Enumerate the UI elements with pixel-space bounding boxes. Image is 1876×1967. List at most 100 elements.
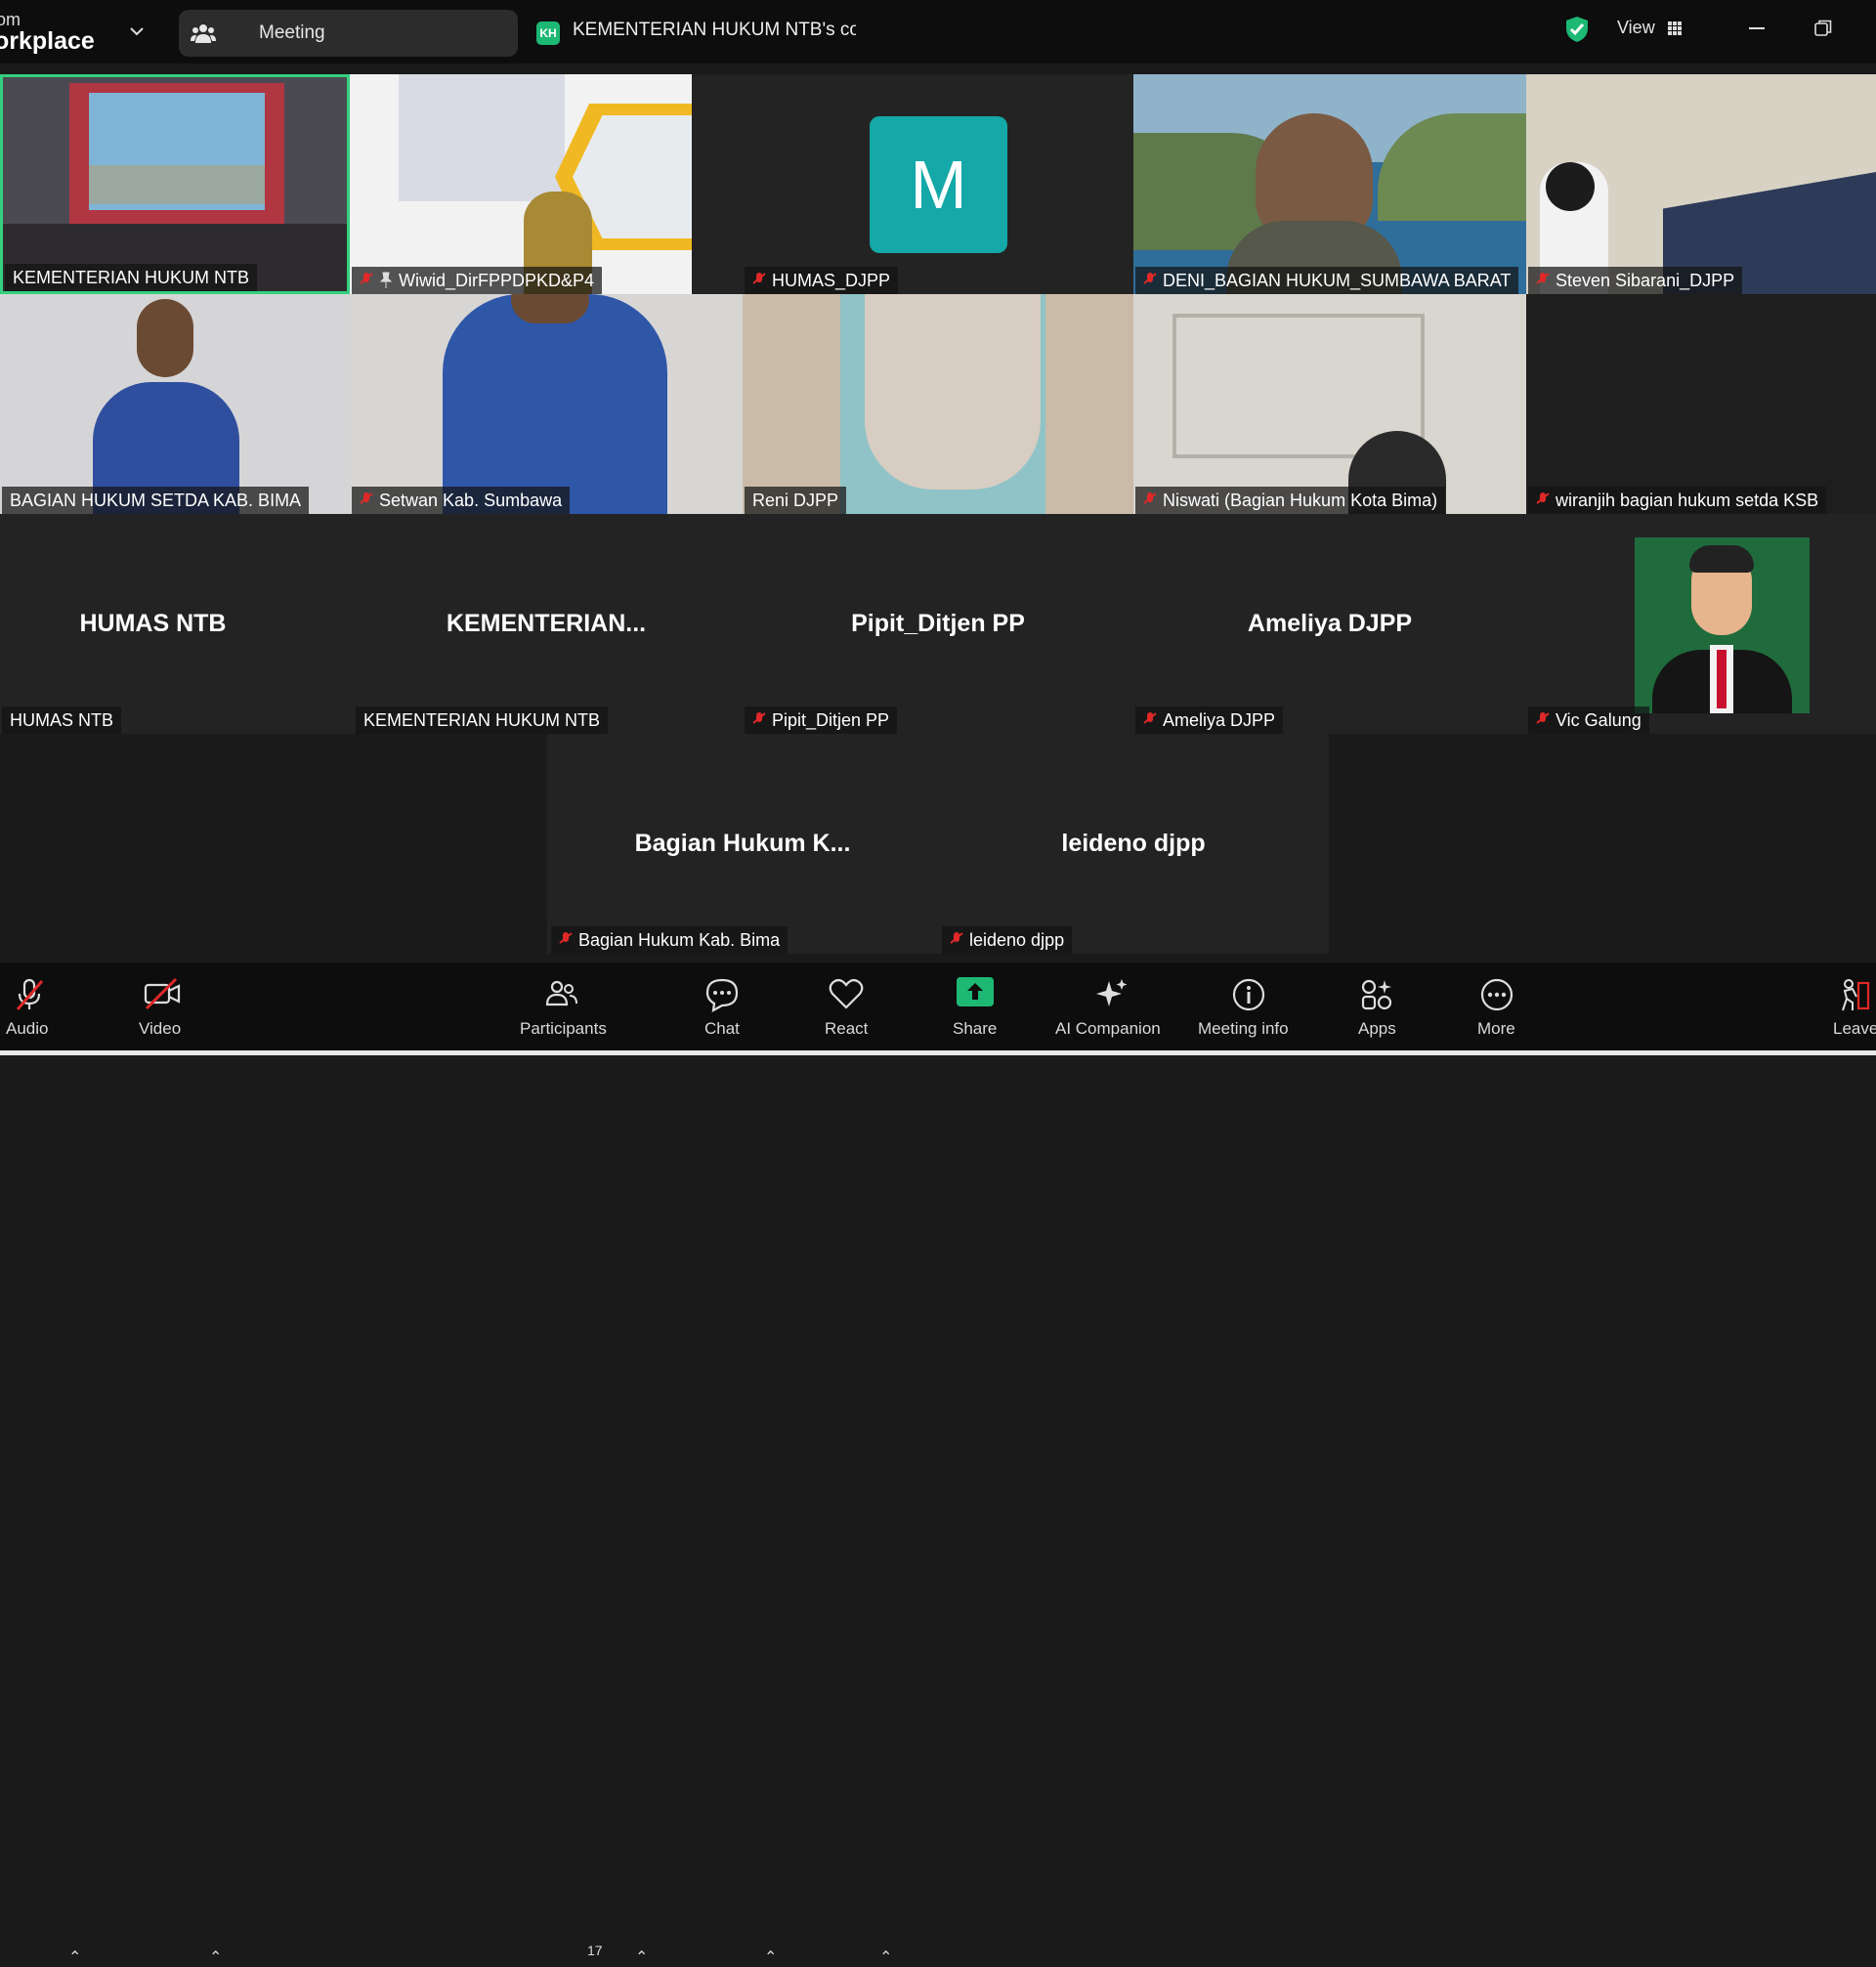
mic-muted-icon bbox=[752, 273, 766, 284]
mic-muted-icon bbox=[360, 492, 373, 504]
participant-name-tag: Vic Galung bbox=[1528, 706, 1649, 734]
leave-label: Leave bbox=[1833, 1019, 1876, 1038]
participant-name-tag: leideno djpp bbox=[942, 926, 1073, 954]
meeting-tab-label: Meeting bbox=[259, 22, 325, 43]
chat-options-caret[interactable]: ⌃ bbox=[764, 1947, 777, 1967]
audio-options-caret[interactable]: ⌃ bbox=[68, 1947, 81, 1967]
participant-name: Bagian Hukum Kab. Bima bbox=[578, 930, 781, 950]
chat-button[interactable]: Chat bbox=[702, 962, 743, 1055]
info-icon bbox=[1232, 978, 1265, 1011]
video-options-caret[interactable]: ⌃ bbox=[209, 1947, 222, 1967]
share-screen-icon bbox=[957, 977, 994, 1006]
video-tile[interactable]: KEMENTERIAN HUKUM NTB bbox=[0, 74, 350, 294]
participant-name-tag: Wiwid_DirFPPDPKD&P4 bbox=[352, 267, 603, 294]
meeting-info-button[interactable]: Meeting info bbox=[1198, 962, 1300, 1055]
pin-icon bbox=[379, 272, 393, 288]
apps-button[interactable]: Apps bbox=[1356, 962, 1397, 1055]
video-tile[interactable]: Ameliya DJPP Ameliya DJPP bbox=[1133, 514, 1526, 734]
video-tile[interactable]: KEMENTERIAN... KEMENTERIAN HUKUM NTB bbox=[350, 514, 743, 734]
participant-name-tag: DENI_BAGIAN HUKUM_SUMBAWA BARAT bbox=[1135, 267, 1519, 294]
meeting-tab[interactable]: Meeting bbox=[179, 10, 518, 57]
participant-display-name: Pipit_Ditjen PP bbox=[851, 610, 1025, 637]
react-options-caret[interactable]: ⌃ bbox=[879, 1947, 892, 1967]
taskbar-edge bbox=[0, 1050, 1876, 1055]
sparkle-icon bbox=[1096, 979, 1128, 1006]
participant-display-name: HUMAS NTB bbox=[79, 610, 227, 637]
participants-options-caret[interactable]: ⌃ bbox=[635, 1947, 648, 1967]
share-button[interactable]: Share bbox=[950, 962, 1001, 1055]
app-logo: om orkplace bbox=[0, 10, 117, 55]
chat-icon bbox=[705, 978, 739, 1012]
video-tile[interactable]: Pipit_Ditjen PP Pipit_Ditjen PP bbox=[743, 514, 1133, 734]
mic-muted-icon bbox=[752, 712, 766, 724]
minimize-button[interactable] bbox=[1749, 27, 1765, 29]
video-button[interactable]: Video bbox=[137, 962, 188, 1055]
participant-name-tag: KEMENTERIAN HUKUM NTB bbox=[5, 264, 258, 291]
ai-companion-button[interactable]: AI Companion bbox=[1055, 962, 1169, 1055]
restore-window-button[interactable] bbox=[1814, 20, 1832, 37]
mic-muted-icon bbox=[1143, 492, 1157, 504]
window-title: KEMENTERIAN HUKUM NTB's compu bbox=[573, 20, 856, 40]
audio-label: Audio bbox=[6, 1019, 49, 1038]
mic-muted-icon bbox=[1536, 492, 1550, 504]
video-tile[interactable]: Niswati (Bagian Hukum Kota Bima) bbox=[1133, 294, 1526, 514]
video-tile[interactable]: M HUMAS_DJPP bbox=[692, 74, 1133, 294]
chat-label: Chat bbox=[704, 1019, 740, 1038]
leave-button[interactable]: Leave bbox=[1829, 962, 1876, 1055]
participant-name: Wiwid_DirFPPDPKD&P4 bbox=[399, 271, 595, 290]
video-tile[interactable]: Setwan Kab. Sumbawa bbox=[350, 294, 743, 514]
react-label: React bbox=[825, 1019, 869, 1038]
mic-off-icon bbox=[16, 978, 44, 1010]
video-tile[interactable]: Reni DJPP bbox=[743, 294, 1133, 514]
participant-name: Ameliya DJPP bbox=[1163, 710, 1276, 730]
video-tile[interactable]: DENI_BAGIAN HUKUM_SUMBAWA BARAT bbox=[1133, 74, 1526, 294]
chevron-down-icon[interactable] bbox=[127, 21, 147, 41]
people-icon bbox=[191, 24, 216, 43]
video-tile[interactable]: Bagian Hukum K... Bagian Hukum Kab. Bima bbox=[547, 734, 938, 954]
participants-label: Participants bbox=[520, 1019, 607, 1038]
participant-name: Niswati (Bagian Hukum Kota Bima) bbox=[1163, 491, 1438, 510]
brand-text-line2: orkplace bbox=[0, 27, 95, 55]
avatar: M bbox=[870, 116, 1007, 253]
grid-icon[interactable] bbox=[1668, 21, 1682, 35]
apps-label: Apps bbox=[1358, 1019, 1396, 1038]
mic-muted-icon bbox=[1143, 273, 1157, 284]
mic-muted-icon bbox=[559, 932, 573, 944]
mic-muted-icon bbox=[950, 932, 963, 944]
participant-display-name: leideno djpp bbox=[1061, 830, 1206, 857]
participant-name: BAGIAN HUKUM SETDA KAB. BIMA bbox=[10, 491, 302, 510]
meeting-info-label: Meeting info bbox=[1198, 1019, 1289, 1038]
more-label: More bbox=[1477, 1019, 1515, 1038]
participant-name: HUMAS NTB bbox=[10, 710, 114, 730]
participant-count: 17 bbox=[587, 1943, 603, 1958]
title-bar: om orkplace Meeting KH KEMENTERIAN HUKUM… bbox=[0, 0, 1876, 64]
video-tile[interactable]: leideno djpp leideno djpp bbox=[938, 734, 1329, 954]
apps-icon bbox=[1361, 979, 1392, 1010]
share-label: Share bbox=[953, 1019, 998, 1038]
leave-icon bbox=[1842, 979, 1870, 1011]
participant-name: HUMAS_DJPP bbox=[772, 271, 891, 290]
video-tile[interactable]: HUMAS NTB HUMAS NTB bbox=[0, 514, 350, 734]
audio-button[interactable]: Audio bbox=[0, 962, 59, 1055]
participants-button[interactable]: Participants bbox=[518, 962, 612, 1055]
mic-muted-icon bbox=[1536, 712, 1550, 724]
mic-muted-icon bbox=[1143, 712, 1157, 724]
video-tile[interactable]: Steven Sibarani_DJPP bbox=[1526, 74, 1876, 294]
participant-name-tag: Reni DJPP bbox=[745, 487, 847, 514]
video-tile[interactable]: wiranjih bagian hukum setda KSB bbox=[1526, 294, 1876, 514]
react-button[interactable]: React bbox=[823, 962, 870, 1055]
app-initials-badge: KH bbox=[536, 21, 560, 45]
participant-name: Reni DJPP bbox=[752, 491, 839, 510]
more-button[interactable]: More bbox=[1475, 962, 1518, 1055]
video-tile[interactable]: BAGIAN HUKUM SETDA KAB. BIMA bbox=[0, 294, 350, 514]
participant-name: leideno djpp bbox=[969, 930, 1065, 950]
video-tile[interactable]: Wiwid_DirFPPDPKD&P4 bbox=[350, 74, 692, 294]
participant-name-tag: Pipit_Ditjen PP bbox=[745, 706, 898, 734]
participant-name-tag: Niswati (Bagian Hukum Kota Bima) bbox=[1135, 487, 1446, 514]
participant-display-name: KEMENTERIAN... bbox=[446, 610, 647, 637]
participant-name: Steven Sibarani_DJPP bbox=[1556, 271, 1735, 290]
shield-check-icon[interactable] bbox=[1564, 16, 1590, 43]
video-tile[interactable]: Vic Galung bbox=[1526, 514, 1876, 734]
mic-muted-icon bbox=[1536, 273, 1550, 284]
view-button[interactable]: View bbox=[1617, 18, 1655, 38]
